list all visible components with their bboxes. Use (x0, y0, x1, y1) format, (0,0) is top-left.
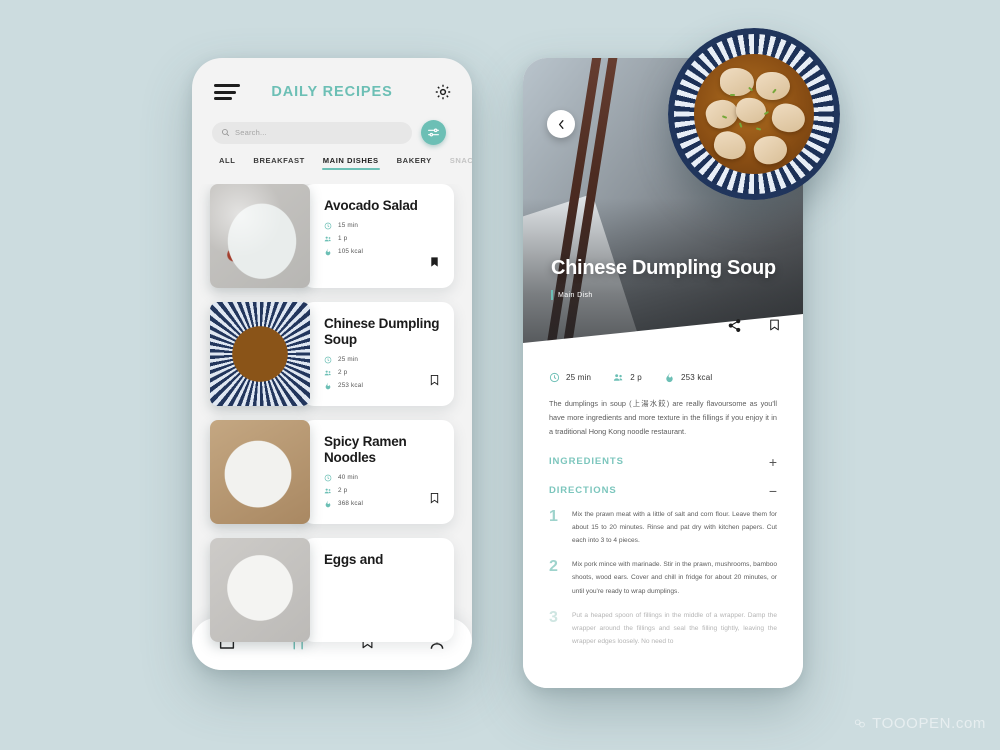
flame-icon (325, 382, 331, 390)
bookmark-icon[interactable] (429, 373, 440, 392)
recipe-title: Chinese Dumpling Soup (324, 316, 440, 347)
recipe-thumbnail (210, 302, 310, 406)
people-icon (614, 374, 623, 381)
tooopen-logo-icon (855, 718, 865, 727)
magnifier-icon (222, 129, 230, 137)
bookmark-icon[interactable] (429, 255, 440, 274)
recipe-category: Main Dish (551, 290, 593, 300)
recipe-thumbnail (210, 184, 310, 288)
step-number: 2 (549, 558, 558, 576)
phone-list-screen: DAILY RECIPES Search... ALL BREAKFAST MA… (192, 58, 472, 670)
recipe-description: The dumplings in soup (上湯水餃) are really … (549, 399, 777, 437)
meta-calories: 105 kcal (324, 248, 440, 256)
page-title: DAILY RECIPES (271, 84, 393, 100)
recipe-info: Chinese Dumpling Soup 25 min 2 p 253 kca… (302, 302, 454, 406)
clock-icon (324, 356, 332, 364)
bookmark-icon (770, 319, 779, 331)
detail-actions (727, 317, 781, 338)
step-number: 1 (549, 507, 558, 525)
recipe-info: Spicy Ramen Noodles 40 min 2 p 368 kcal (302, 420, 454, 524)
list-item[interactable]: Avocado Salad 15 min 1 p 105 kcal (210, 184, 454, 288)
flame-icon (325, 500, 331, 508)
recipe-thumbnail (210, 538, 310, 642)
recipe-thumbnail (210, 420, 310, 524)
step-text: Mix pork mince with marinade. Stir in th… (572, 561, 777, 595)
recipe-metas: 40 min 2 p 368 kcal (324, 474, 440, 508)
tab-all[interactable]: ALL (210, 156, 244, 170)
share-button[interactable] (727, 318, 742, 338)
recipe-title: Avocado Salad (324, 198, 418, 213)
flame-icon (666, 372, 673, 383)
tab-snacks[interactable]: SNAC (441, 156, 472, 170)
meta-servings: 2 p (324, 369, 440, 377)
search-placeholder: Search... (235, 128, 267, 137)
recipe-info: Eggs and (302, 538, 454, 642)
meta-time: 25 min (324, 356, 440, 364)
meta-servings: 2 p (324, 487, 440, 495)
search-row: Search... (212, 120, 446, 145)
clock-icon (324, 474, 332, 482)
back-button[interactable] (547, 110, 575, 138)
share-icon (728, 318, 741, 332)
list-item[interactable]: Spicy Ramen Noodles 40 min 2 p 368 kcal (210, 420, 454, 524)
people-icon (324, 370, 331, 376)
meta-calories: 368 kcal (324, 500, 440, 508)
meta-calories: 253 kcal (324, 382, 440, 390)
recipe-title: Spicy Ramen Noodles (324, 434, 407, 465)
people-icon (324, 488, 331, 494)
recipe-title: Chinese Dumpling Soup (551, 257, 776, 280)
stat-servings: 2 p (613, 372, 642, 383)
category-tabs: ALL BREAKFAST MAIN DISHES BAKERY SNAC (192, 156, 472, 170)
recipe-metas: 25 min 2 p 253 kcal (324, 356, 440, 390)
gear-icon[interactable] (434, 83, 452, 101)
stat-time: 25 min (549, 372, 591, 383)
list-header: DAILY RECIPES (192, 58, 472, 116)
collapse-toggle-icon[interactable]: − (769, 484, 777, 498)
tab-main-dishes[interactable]: MAIN DISHES (314, 156, 388, 170)
section-ingredients[interactable]: INGREDIENTS + (549, 440, 777, 469)
search-input[interactable]: Search... (212, 121, 412, 144)
meta-time: 40 min (324, 474, 440, 482)
clock-icon (549, 372, 560, 383)
section-directions[interactable]: DIRECTIONS − (549, 469, 777, 498)
tab-breakfast[interactable]: BREAKFAST (244, 156, 313, 170)
expand-toggle-icon[interactable]: + (769, 455, 777, 469)
step-text: Mix the prawn meat with a little of salt… (572, 510, 777, 545)
dumpling-soup-photo (668, 28, 840, 200)
recipe-metas: 15 min 1 p 105 kcal (324, 222, 440, 256)
filter-button[interactable] (421, 120, 446, 145)
section-label: INGREDIENTS (549, 456, 624, 468)
detail-stats: 25 min 2 p 253 kcal (523, 358, 803, 383)
clock-icon (324, 222, 332, 230)
list-item[interactable]: Eggs and (210, 538, 454, 642)
sliders-icon (428, 128, 439, 137)
direction-step: 1 Mix the prawn meat with a little of sa… (549, 508, 777, 548)
directions-steps: 1 Mix the prawn meat with a little of sa… (549, 508, 777, 649)
direction-step: 2 Mix pork mince with marinade. Stir in … (549, 558, 777, 598)
people-icon (324, 236, 331, 242)
recipe-list[interactable]: Avocado Salad 15 min 1 p 105 kcal Chines… (192, 184, 472, 670)
list-item[interactable]: Chinese Dumpling Soup 25 min 2 p 253 kca… (210, 302, 454, 406)
meta-time: 15 min (324, 222, 440, 230)
flame-icon (325, 248, 331, 256)
meta-servings: 1 p (324, 235, 440, 243)
bookmark-icon[interactable] (429, 491, 440, 510)
content-fade (523, 642, 803, 688)
chevron-left-icon (558, 119, 564, 129)
section-label: DIRECTIONS (549, 485, 617, 497)
recipe-info: Avocado Salad 15 min 1 p 105 kcal (302, 184, 454, 288)
canvas: DAILY RECIPES Search... ALL BREAKFAST MA… (0, 0, 1000, 750)
tab-bakery[interactable]: BAKERY (388, 156, 441, 170)
recipe-title: Eggs and (324, 552, 384, 567)
stat-calories: 253 kcal (664, 372, 712, 383)
bookmark-button[interactable] (768, 317, 781, 338)
watermark: TOOOPEN.com (853, 715, 986, 732)
